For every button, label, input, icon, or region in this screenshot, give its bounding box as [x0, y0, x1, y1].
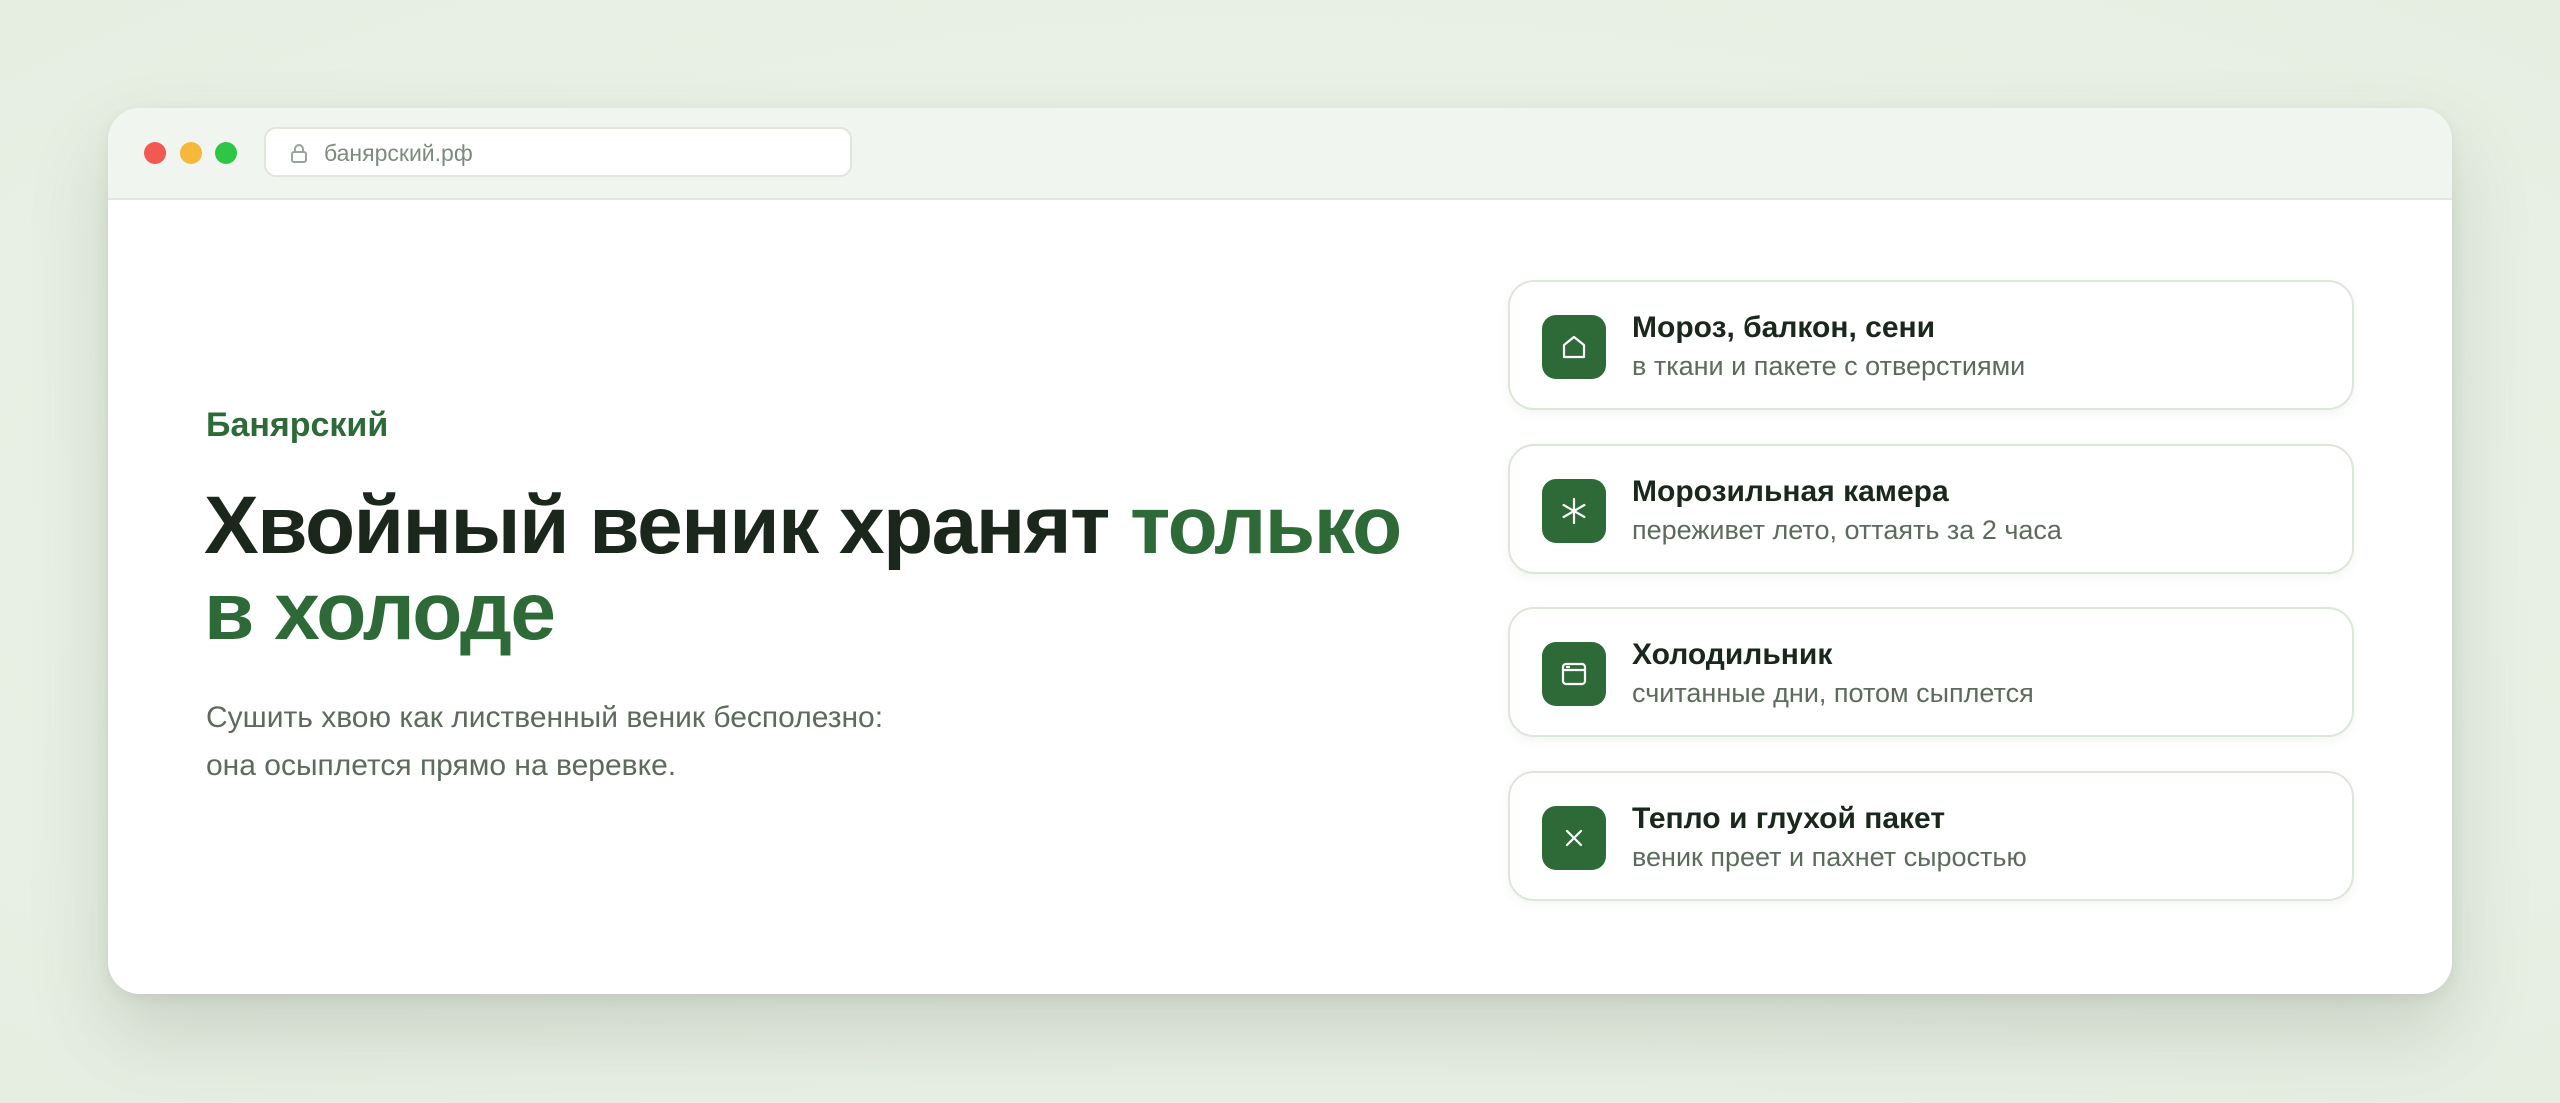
- lede-line-2: она осыплется прямо на веревке.: [206, 749, 677, 782]
- storage-option-card: Тепло и глухой пакет веник преет и пахне…: [1508, 771, 2354, 901]
- browser-titlebar: банярский.рф: [108, 108, 2452, 200]
- page-background: банярский.рф Банярский Хвойный веник хра…: [0, 0, 2560, 1103]
- storage-option-description: считанные дни, потом сыплется: [1632, 678, 2034, 708]
- minimize-window-button[interactable]: [180, 142, 202, 164]
- storage-option-description: переживет лето, оттаять за 2 часа: [1632, 515, 2062, 545]
- lock-icon: [291, 144, 307, 163]
- fridge-icon: [1542, 642, 1606, 706]
- lede-paragraph: Сушить хвою как лиственный веник бесполе…: [206, 694, 1106, 790]
- address-bar[interactable]: банярский.рф: [264, 127, 852, 177]
- cross-icon: [1542, 806, 1606, 870]
- storage-option-title: Морозильная камера: [1632, 475, 1949, 508]
- snowflake-icon: [1542, 479, 1606, 543]
- storage-option-description: в ткани и пакете с отверстиями: [1632, 351, 2026, 381]
- page-headline: Хвойный веник хранят только в холоде: [204, 483, 1444, 655]
- storage-option-card: Мороз, балкон, сени в ткани и пакете с о…: [1508, 280, 2354, 410]
- storage-option-description: веник преет и пахнет сыростью: [1632, 842, 2027, 872]
- maximize-window-button[interactable]: [215, 142, 237, 164]
- page-content: Банярский Хвойный веник хранят только в …: [108, 200, 2452, 994]
- house-icon: [1542, 315, 1606, 379]
- storage-option-title: Холодильник: [1632, 638, 1833, 671]
- url-text: банярский.рф: [324, 140, 473, 166]
- lede-line-1: Сушить хвою как лиственный веник бесполе…: [206, 701, 884, 734]
- storage-option-title: Мороз, балкон, сени: [1632, 311, 1936, 344]
- close-window-button[interactable]: [144, 142, 166, 164]
- headline-main: Хвойный веник хранят: [204, 480, 1131, 571]
- storage-option-card: Холодильник считанные дни, потом сыплетс…: [1508, 607, 2354, 737]
- storage-option-card: Морозильная камера переживет лето, оттая…: [1508, 444, 2354, 574]
- brand-label: Банярский: [206, 406, 389, 444]
- browser-window: банярский.рф Банярский Хвойный веник хра…: [108, 108, 2452, 994]
- storage-option-title: Тепло и глухой пакет: [1632, 802, 1946, 835]
